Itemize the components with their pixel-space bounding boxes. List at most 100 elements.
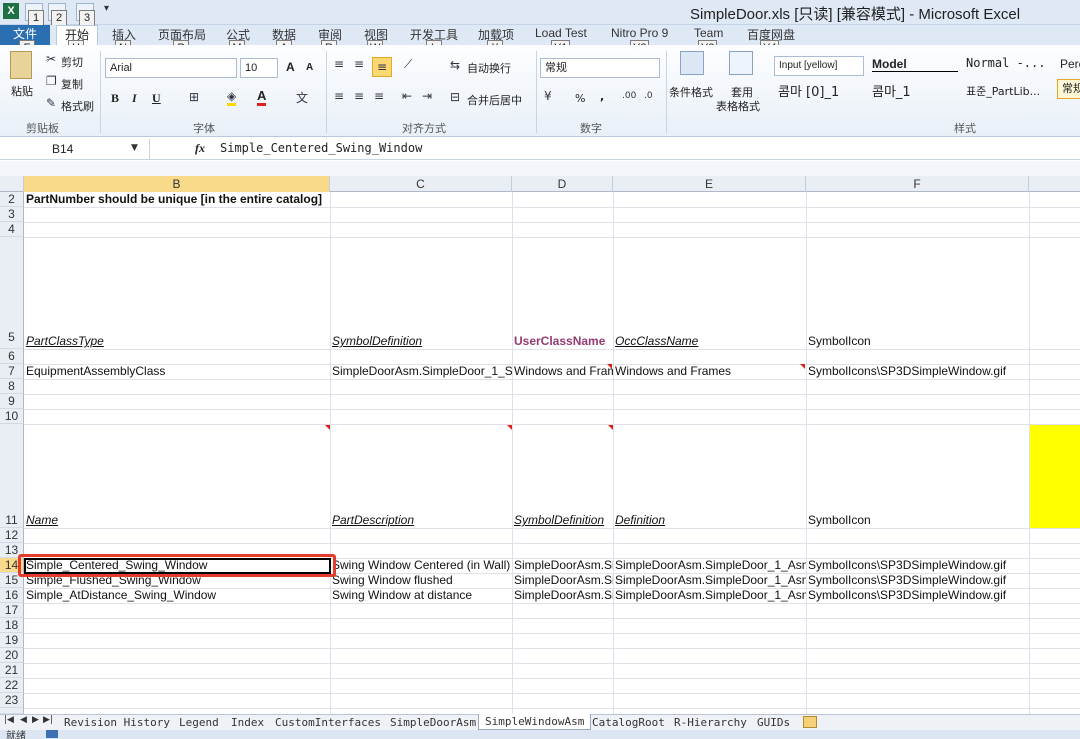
cell-f15[interactable]: SymbolIcons\SP3DSimpleWindow.gif [806,573,1029,588]
sheet-tab-legend[interactable]: Legend [179,716,219,729]
align-center-icon[interactable]: ≡ [354,89,364,103]
sheet-tab-r-hierarchy[interactable]: R-Hierarchy [674,716,747,729]
row-header[interactable]: 17 [0,603,24,618]
row-header[interactable]: 6 [0,349,24,364]
save-icon[interactable]: 1 [25,3,44,26]
cell-b5[interactable]: PartClassType [24,334,330,349]
format-painter-icon[interactable]: ✎ [46,96,56,110]
cell-f5[interactable]: SymbolIcon [806,334,1029,349]
row-header[interactable]: 12 [0,528,24,543]
conditional-format-icon[interactable] [680,51,704,75]
percent-button[interactable]: % [575,92,585,105]
orientation-icon[interactable]: ⟋ [404,57,412,72]
cell-c5[interactable]: SymbolDefinition [330,334,512,349]
macro-record-icon[interactable] [46,730,58,738]
style-normal[interactable]: Normal -... [966,56,1045,70]
paste-icon[interactable] [10,51,32,79]
format-as-table-icon[interactable] [729,51,753,75]
cell-d16[interactable]: SimpleDoorAsm.Si [512,588,613,603]
style-comma-1[interactable]: 콤마_1 [872,81,911,100]
shrink-font-button[interactable]: A [306,62,313,73]
cell-d15[interactable]: SimpleDoorAsm.Si [512,573,613,588]
row-header[interactable]: 11 [0,424,24,528]
cell-f11[interactable]: SymbolIcon [806,513,1029,528]
row-header[interactable]: 23 [0,693,24,708]
cell-e15[interactable]: SimpleDoorAsm.SimpleDoor_1_Asm [613,573,806,588]
row-header[interactable]: 8 [0,379,24,394]
currency-icon[interactable]: ¥ [544,89,552,103]
cell-b2[interactable]: PartNumber should be unique [in the enti… [24,192,330,207]
cell-f7[interactable]: SymbolIcons\SP3DSimpleWindow.gif [806,364,1029,379]
name-box[interactable]: B14 [0,139,150,159]
number-format-select[interactable]: 常规 [540,58,660,78]
row-header[interactable]: 3 [0,207,24,222]
format-painter-button[interactable]: 格式刷 [61,98,94,114]
column-header-e[interactable]: E [613,176,806,192]
cut-icon[interactable]: ✂ [46,52,56,66]
sheet-tab-revision-history[interactable]: Revision History [64,716,170,729]
row-header[interactable]: 22 [0,678,24,693]
column-header-c[interactable]: C [330,176,512,192]
cell-f16[interactable]: SymbolIcons\SP3DSimpleWindow.gif [806,588,1029,603]
align-right-icon[interactable]: ≡ [374,89,384,103]
cell-b11[interactable]: Name [24,513,330,528]
comment-indicator[interactable] [507,425,512,430]
select-all-corner[interactable] [0,176,24,192]
align-bottom-icon[interactable]: ≡ [372,57,392,77]
cell-e5[interactable]: OccClassName [613,334,806,349]
sheet-tab-simpledoorasm[interactable]: SimpleDoorAsm [390,716,476,729]
comment-indicator[interactable] [800,364,805,369]
decrease-decimal-icon[interactable]: .0 [644,91,653,101]
comment-indicator[interactable] [607,364,612,369]
wrap-text-button[interactable]: 自动换行 [467,60,511,76]
bold-button[interactable]: B [111,91,119,106]
cell-e16[interactable]: SimpleDoorAsm.SimpleDoor_1_Asm [613,588,806,603]
cell-b16[interactable]: Simple_AtDistance_Swing_Window [24,588,330,603]
phonetic-icon[interactable]: 文 [296,89,308,106]
undo-icon[interactable]: 2 [48,3,67,26]
merge-center-button[interactable]: 合并后居中 [467,92,522,108]
cell-c11[interactable]: PartDescription [330,513,512,528]
align-top-icon[interactable]: ≡ [334,57,344,71]
style-standard-partlib[interactable]: 표준_PartLib... [966,83,1040,99]
sheet-nav-next-icon[interactable]: ▶ [32,715,39,725]
cell-d14[interactable]: SimpleDoorAsm.Si [512,558,613,573]
comment-indicator[interactable] [608,425,613,430]
style-input-yellow[interactable]: Input [yellow] [774,56,864,76]
comment-indicator[interactable] [325,425,330,430]
italic-button[interactable]: I [132,91,137,106]
font-color-icon[interactable]: A [257,88,267,106]
fill-color-icon[interactable]: ◈ [227,89,237,106]
customize-qat-icon[interactable]: ▾ [104,3,109,14]
sheet-tab-index[interactable]: Index [231,716,264,729]
row-header[interactable]: 7 [0,364,24,379]
row-header[interactable]: 10 [0,409,24,424]
style-model[interactable]: Model [872,57,958,72]
cell-c7[interactable]: SimpleDoorAsm.SimpleDoor_1_Sy [330,364,512,379]
style-percent[interactable]: Perc [1060,57,1080,71]
insert-sheet-icon[interactable] [803,716,817,728]
underline-button[interactable]: U [152,91,161,106]
row-header[interactable]: 5 [0,237,24,349]
copy-button[interactable]: 复制 [61,76,83,92]
fx-icon[interactable]: fx [195,141,205,156]
conditional-format-button[interactable]: 条件格式 [669,84,713,100]
cell-c15[interactable]: Swing Window flushed [330,573,512,588]
tab-nitro-pro[interactable]: Nitro Pro 9 [611,26,668,40]
cell-e11[interactable]: Definition [613,513,806,528]
sheet-tab-custom-interfaces[interactable]: CustomInterfaces [275,716,381,729]
paste-button[interactable]: 粘贴 [11,83,33,99]
copy-icon[interactable]: ❐ [46,74,57,88]
cell-d7[interactable]: Windows and Fram [512,364,613,379]
decrease-indent-icon[interactable]: ⇤ [402,89,412,103]
row-header[interactable]: 9 [0,394,24,409]
cell-f14[interactable]: SymbolIcons\SP3DSimpleWindow.gif [806,558,1029,573]
tab-load-test[interactable]: Load Test [535,26,587,40]
row-header[interactable]: 19 [0,633,24,648]
font-name-select[interactable]: Arial [105,58,237,78]
column-header-d[interactable]: D [512,176,613,192]
row-header[interactable]: 20 [0,648,24,663]
align-middle-icon[interactable]: ≡ [354,57,364,71]
tab-team[interactable]: Team [694,26,723,40]
cell-d5[interactable]: UserClassName [512,334,613,349]
